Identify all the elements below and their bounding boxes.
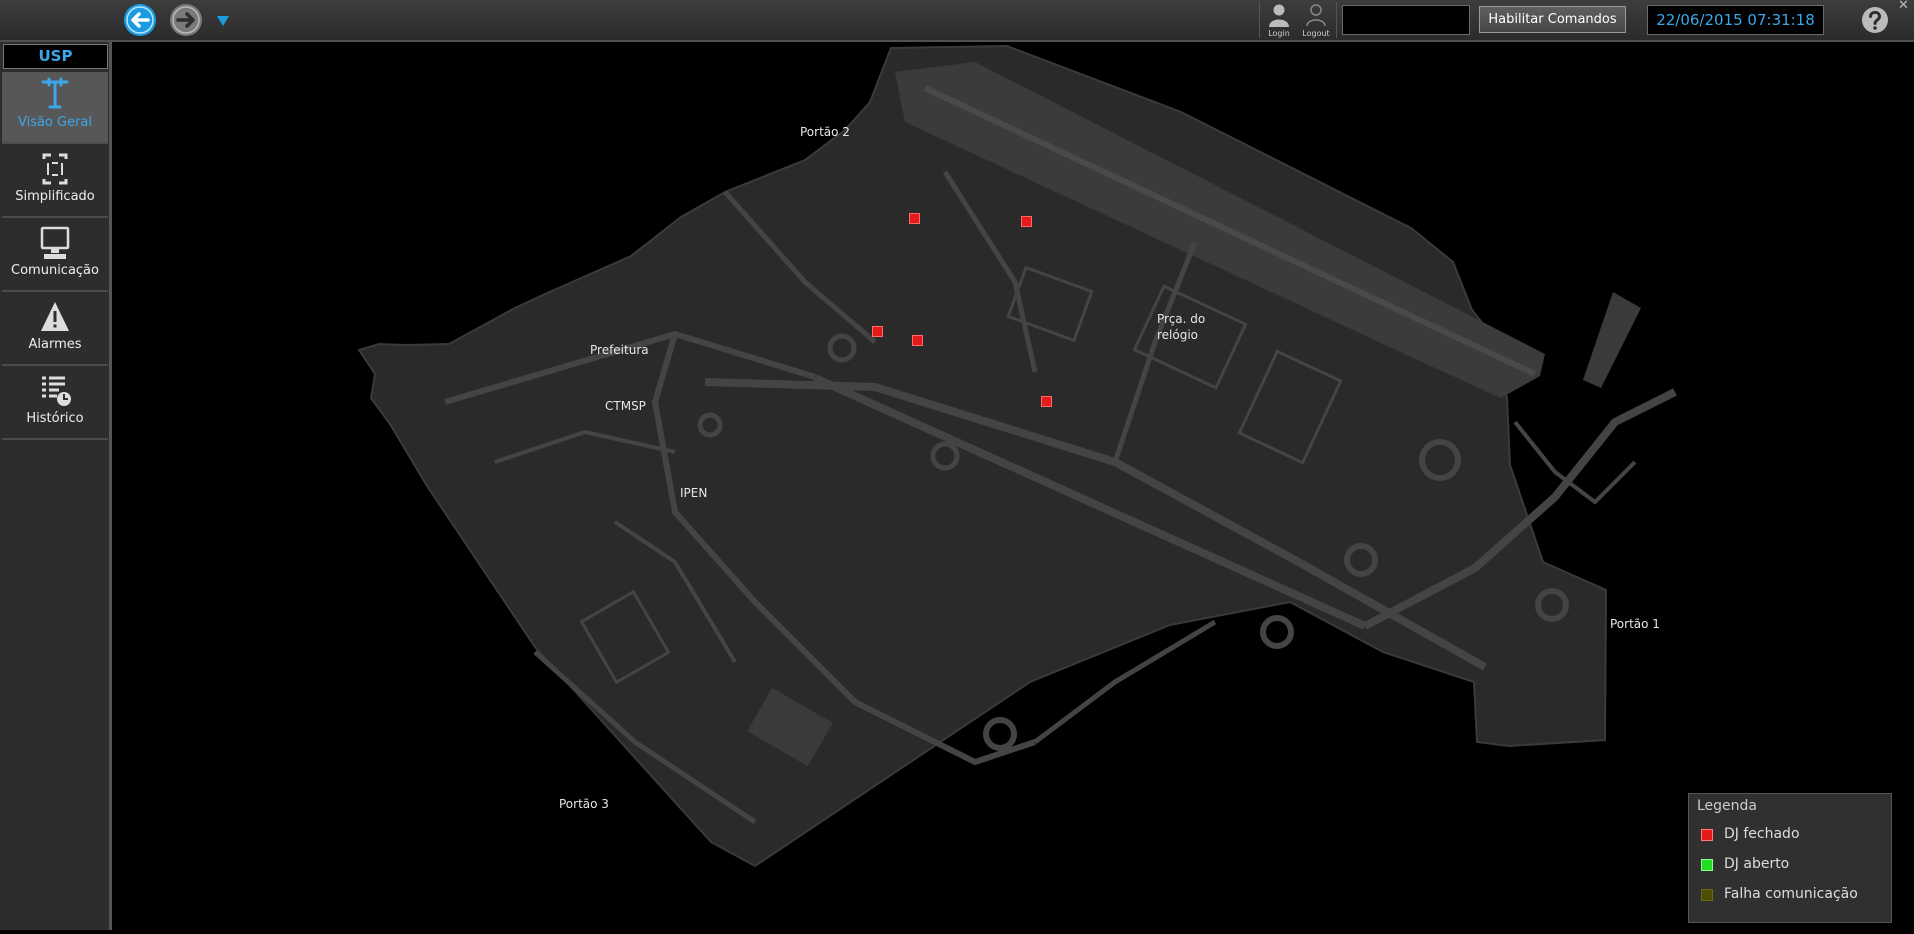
- legend-label: DJ fechado: [1724, 826, 1800, 842]
- simplified-icon: [42, 153, 68, 185]
- arrow-right-icon: [170, 4, 202, 36]
- sidebar-item-label: Simplificado: [15, 189, 95, 204]
- campus-map[interactable]: Portão 2 Portão 1 Portão 3 Prefeitura CT…: [115, 42, 1914, 930]
- login-button[interactable]: Login: [1262, 3, 1296, 38]
- map-label-prefeitura: Prefeitura: [590, 343, 649, 357]
- toolbar-divider: [1259, 2, 1260, 38]
- toolbar-divider: [1336, 2, 1337, 38]
- sidebar-item-historico[interactable]: Histórico: [2, 368, 108, 440]
- map-legend: Legenda DJ fechado DJ aberto Falha comun…: [1688, 793, 1892, 923]
- datetime-display: 22/06/2015 07:31:18: [1647, 5, 1824, 35]
- legend-swatch: [1701, 889, 1713, 901]
- history-dropdown-button[interactable]: [216, 12, 230, 31]
- close-icon[interactable]: ✕: [1898, 0, 1909, 13]
- command-input[interactable]: [1342, 5, 1470, 35]
- triangle-down-icon: [217, 16, 229, 26]
- back-button[interactable]: [123, 3, 157, 37]
- sidebar-item-label: Histórico: [26, 411, 84, 426]
- monitor-icon: [40, 226, 70, 259]
- sidebar: USP Visão Geral Simplificado Comunicação…: [0, 42, 112, 930]
- logout-label: Logout: [1302, 29, 1330, 38]
- enable-commands-button[interactable]: Habilitar Comandos: [1479, 6, 1626, 33]
- legend-label: DJ aberto: [1724, 856, 1790, 872]
- map-label-portao-1: Portão 1: [1610, 617, 1660, 631]
- map-label-praca-do-relogio: Prça. do relógio: [1157, 312, 1206, 342]
- sidebar-item-label: Alarmes: [28, 337, 82, 352]
- arrow-left-icon: [124, 4, 156, 36]
- sidebar-item-label: Visão Geral: [17, 115, 93, 130]
- user-outline-icon: [1306, 4, 1326, 27]
- logout-button[interactable]: Logout: [1299, 3, 1333, 38]
- sidebar-item-simplificado[interactable]: Simplificado: [2, 146, 108, 218]
- breaker-marker[interactable]: [1041, 396, 1052, 407]
- forward-button[interactable]: [169, 3, 203, 37]
- map-label-portao-2: Portão 2: [800, 125, 850, 139]
- legend-title: Legenda: [1697, 798, 1758, 814]
- map-label-portao-3: Portão 3: [559, 797, 609, 811]
- history-icon: [42, 376, 71, 406]
- map-label-ipen: IPEN: [680, 486, 708, 500]
- legend-label: Falha comunicação: [1724, 886, 1858, 902]
- legend-swatch: [1701, 829, 1713, 841]
- warning-icon: [41, 302, 69, 331]
- question-icon: [1862, 7, 1888, 33]
- help-button[interactable]: [1861, 6, 1889, 34]
- breaker-marker[interactable]: [909, 213, 920, 224]
- top-toolbar: Login Logout Habilitar Comandos 22/06/20…: [0, 0, 1914, 42]
- map-terrain: [357, 44, 1677, 868]
- site-label: USP: [3, 44, 108, 69]
- legend-swatch: [1701, 859, 1713, 871]
- breaker-marker[interactable]: [1021, 216, 1032, 227]
- sidebar-item-comunicacao[interactable]: Comunicação: [2, 220, 108, 292]
- sidebar-item-label: Comunicação: [11, 263, 99, 278]
- sidebar-item-visao-geral[interactable]: Visão Geral: [2, 72, 108, 144]
- sidebar-item-alarmes[interactable]: Alarmes: [2, 294, 108, 366]
- breaker-marker[interactable]: [912, 335, 923, 346]
- network-icon: [41, 77, 69, 109]
- login-label: Login: [1268, 29, 1290, 38]
- breaker-marker[interactable]: [872, 326, 883, 337]
- user-icon: [1269, 4, 1289, 27]
- map-label-ctmsp: CTMSP: [605, 399, 646, 413]
